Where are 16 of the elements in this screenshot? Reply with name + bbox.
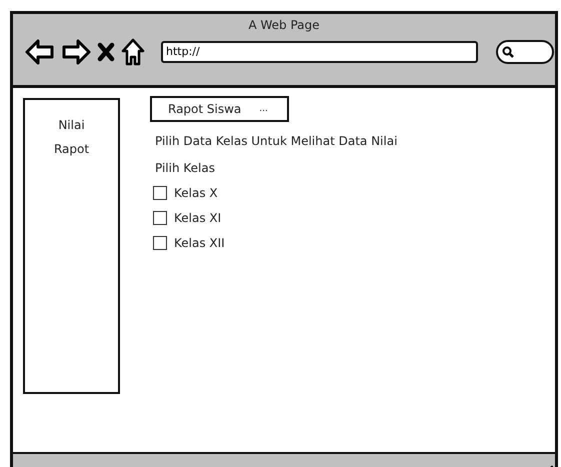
section-label: Pilih Kelas: [155, 161, 215, 175]
class-checkbox[interactable]: Kelas XII: [153, 236, 225, 250]
search-field[interactable]: [496, 40, 554, 64]
window-title: A Web Page: [247, 17, 321, 34]
sidebar-item[interactable]: Rapot: [54, 142, 90, 156]
address-field[interactable]: http://: [161, 41, 478, 63]
home-icon[interactable]: [121, 38, 145, 66]
sidebar-item[interactable]: Nilai: [58, 118, 85, 132]
class-checkbox[interactable]: Kelas XI: [153, 211, 222, 225]
instruction-text: Pilih Data Kelas Untuk Melihat Data Nilai: [155, 134, 398, 148]
search-icon: [502, 46, 514, 58]
close-icon[interactable]: [97, 42, 115, 62]
menu-button[interactable]: Rapot Siswa ...: [150, 96, 289, 122]
forward-icon[interactable]: [61, 39, 91, 65]
back-icon[interactable]: [25, 39, 55, 65]
class-checkbox[interactable]: Kelas X: [153, 186, 218, 200]
